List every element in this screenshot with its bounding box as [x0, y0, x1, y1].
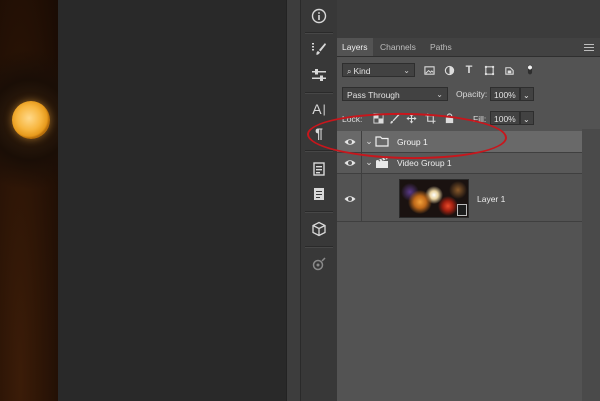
notes-icon[interactable]: [306, 183, 332, 205]
tab-layers[interactable]: Layers: [337, 38, 373, 56]
chevron-down-icon: ⌄: [403, 66, 410, 75]
character-icon[interactable]: A |: [306, 98, 332, 120]
filter-kind-select[interactable]: ⌕ Kind ⌄: [342, 63, 415, 77]
adjustment-sliders-icon[interactable]: [306, 64, 332, 86]
layers-panel: Layers Channels Paths ⌕ Kind ⌄ T Pass Thr…: [337, 0, 600, 401]
chevron-down-icon[interactable]: ⌄: [365, 157, 373, 167]
filter-type-icon[interactable]: T: [463, 64, 475, 76]
search-icon: ⌕: [347, 67, 352, 76]
fill-input[interactable]: 100%: [490, 111, 520, 125]
blend-mode-value: Pass Through: [347, 90, 400, 100]
panel-dock-edge: [286, 0, 301, 401]
layers-scrollbar[interactable]: [582, 129, 600, 401]
layer-row-layer-1[interactable]: Layer 1: [337, 174, 582, 222]
chevron-down-icon: ⌄: [436, 90, 443, 99]
panel-header-area: [337, 0, 600, 39]
brush-presets-icon[interactable]: [306, 38, 332, 60]
panel-tab-bar: Layers Channels Paths: [337, 38, 600, 57]
filter-shape-icon[interactable]: [483, 64, 495, 76]
opacity-slider-toggle[interactable]: ⌄: [520, 87, 534, 101]
opacity-label: Opacity:: [456, 89, 488, 99]
video-badge-icon: [457, 204, 467, 216]
collapsed-panels-strip: A | ¶: [300, 0, 338, 401]
fill-slider-toggle[interactable]: ⌄: [520, 111, 534, 125]
bokeh-light-orb: [12, 101, 50, 139]
layer-name: Layer 1: [477, 194, 506, 204]
properties-icon[interactable]: [306, 253, 332, 275]
layer-thumbnail: [399, 179, 469, 218]
opacity-input[interactable]: 100%: [490, 87, 520, 101]
info-icon[interactable]: [306, 5, 332, 27]
glyphs-icon[interactable]: [306, 158, 332, 180]
pasteboard: [58, 0, 286, 401]
blend-mode-select[interactable]: Pass Through ⌄: [342, 87, 448, 101]
filter-pixel-icon[interactable]: [423, 64, 435, 76]
chevron-down-icon: ⌄: [523, 91, 530, 100]
filter-kind-label: Kind: [353, 66, 371, 76]
filter-adjustment-icon[interactable]: [443, 64, 455, 76]
chevron-down-icon: ⌄: [523, 115, 530, 124]
tab-channels[interactable]: Channels: [375, 38, 421, 56]
3d-cube-icon[interactable]: [306, 218, 332, 240]
layer-name: Video Group 1: [397, 158, 452, 168]
eye-icon[interactable]: [344, 157, 356, 169]
panel-menu-icon[interactable]: [584, 42, 594, 52]
document-canvas[interactable]: [0, 0, 58, 401]
filter-smart-object-icon[interactable]: [503, 64, 515, 76]
tab-paths[interactable]: Paths: [425, 38, 457, 56]
filter-toggle-icon[interactable]: [525, 61, 535, 77]
eye-icon[interactable]: [344, 193, 356, 205]
